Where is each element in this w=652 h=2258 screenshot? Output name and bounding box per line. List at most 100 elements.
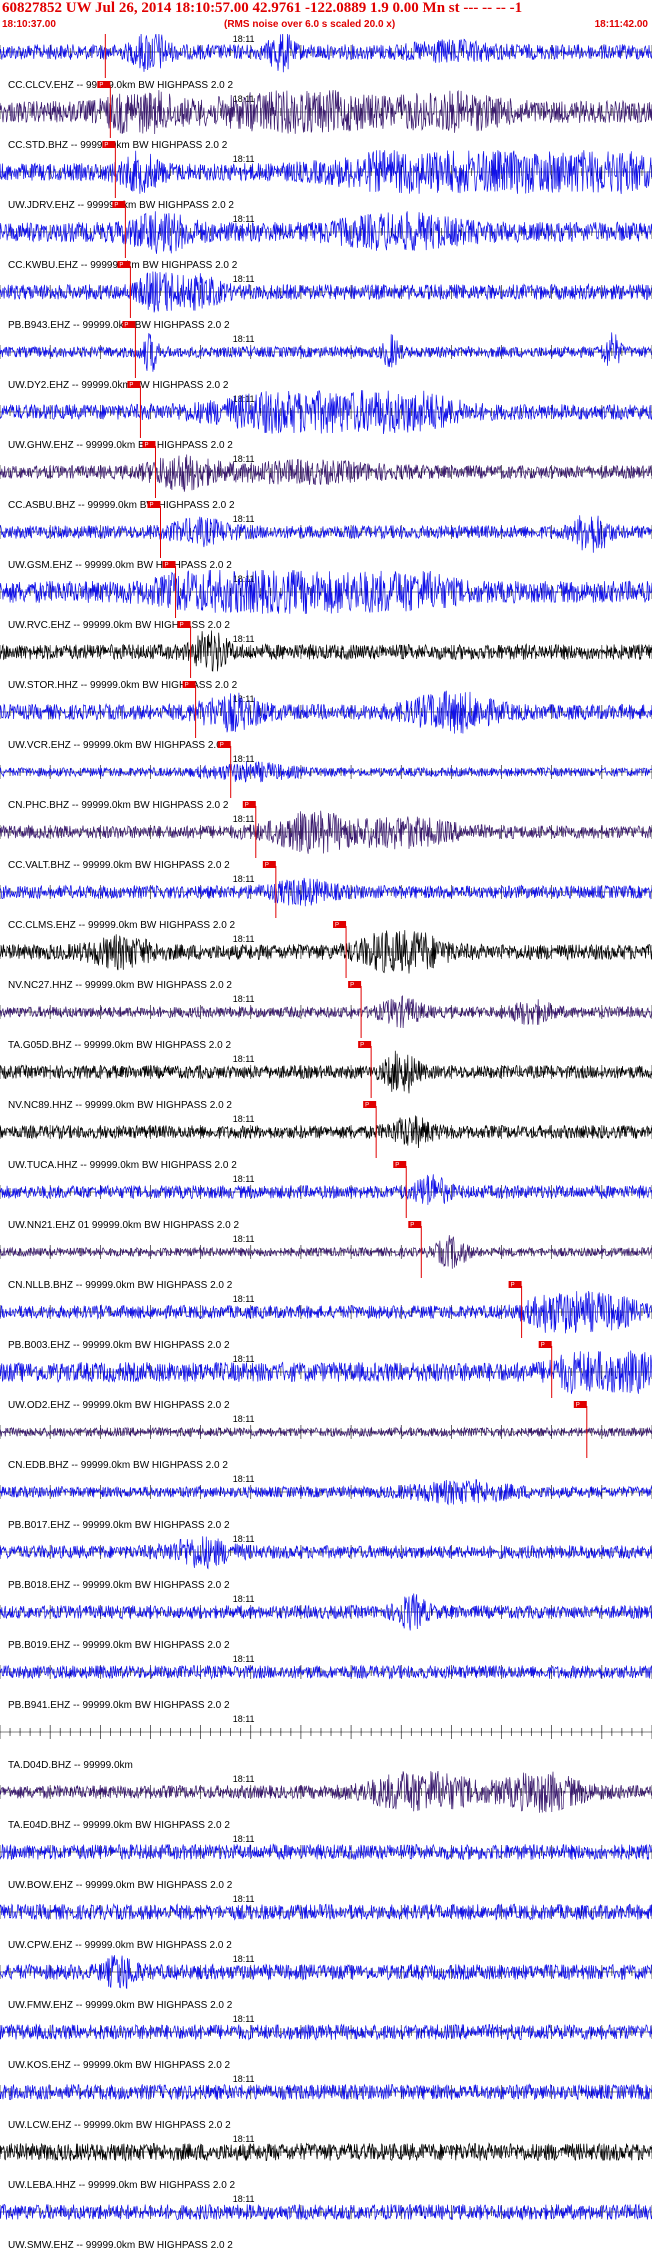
minute-tick-label: 18:11 — [233, 694, 255, 704]
waveform-trace — [0, 211, 652, 254]
station-label: UW.GSM.EHZ -- 99999.0km BW HIGHPASS 2.0 … — [8, 560, 232, 571]
pick-flag-label: P — [180, 623, 184, 629]
pick-flag-label: P — [395, 1163, 399, 1169]
station-label: CN.PHC.BHZ -- 99999.0km BW HIGHPASS 2.0 … — [8, 800, 229, 811]
station-label: UW.FMW.EHZ -- 99999.0km BW HIGHPASS 2.0 … — [8, 2000, 233, 2011]
waveform-trace — [0, 1235, 652, 1269]
waveform-trace — [0, 1174, 652, 1205]
minute-tick-label: 18:11 — [233, 1054, 255, 1064]
event-title: 60827852 UW Jul 26, 2014 18:10:57.00 42.… — [2, 0, 523, 16]
minute-tick-label: 18:11 — [233, 334, 255, 344]
minute-tick-label: 18:11 — [233, 1414, 255, 1424]
minute-tick-label: 18:11 — [233, 34, 255, 44]
pick-flag-label: P — [541, 1343, 545, 1349]
pick-flag-label: P — [99, 83, 103, 89]
station-label: UW.SMW.EHZ -- 99999.0km BW HIGHPASS 2.0 … — [8, 2240, 233, 2251]
station-label: PB.B019.EHZ -- 99999.0km BW HIGHPASS 2.0… — [8, 1640, 230, 1651]
pick-flag-label: P — [220, 743, 224, 749]
minute-tick-label: 18:11 — [233, 994, 255, 1004]
station-label: CN.NLLB.BHZ -- 99999.0km BW HIGHPASS 2.0… — [8, 1280, 233, 1291]
waveform-trace — [0, 1536, 652, 1570]
minute-tick-label: 18:11 — [233, 1534, 255, 1544]
station-label: NV.NC27.HHZ -- 99999.0km BW HIGHPASS 2.0… — [8, 980, 232, 991]
station-label: UW.BOW.EHZ -- 99999.0km BW HIGHPASS 2.0 … — [8, 1880, 233, 1891]
start-time: 18:10:37.00 — [2, 19, 56, 30]
minute-tick-label: 18:11 — [233, 1954, 255, 1964]
station-label: UW.TUCA.HHZ -- 99999.0km BW HIGHPASS 2.0… — [8, 1160, 237, 1171]
minute-tick-label: 18:11 — [233, 754, 255, 764]
minute-tick-label: 18:11 — [233, 154, 255, 164]
pick-flag-label: P — [265, 863, 269, 869]
minute-tick-label: 18:11 — [233, 1474, 255, 1484]
station-label: CC.STD.BHZ -- 99999.0km BW HIGHPASS 2.0 … — [8, 140, 228, 151]
waveform-trace — [0, 34, 652, 73]
station-label: PB.B941.EHZ -- 99999.0km BW HIGHPASS 2.0… — [8, 1700, 230, 1711]
minute-tick-label: 18:11 — [233, 2074, 255, 2084]
station-label: UW.NN21.EHZ 01 99999.0km BW HIGHPASS 2.0… — [8, 1220, 239, 1231]
station-label: UW.OD2.EHZ -- 99999.0km BW HIGHPASS 2.0 … — [8, 1400, 230, 1411]
station-label: UW.STOR.HHZ -- 99999.0km BW HIGHPASS 2.0… — [8, 680, 238, 691]
minute-tick-label: 18:11 — [233, 1834, 255, 1844]
minute-tick-label: 18:11 — [233, 1774, 255, 1784]
pick-flag-label: P — [144, 443, 148, 449]
minute-tick-label: 18:11 — [233, 1234, 255, 1244]
station-label: TA.G05D.BHZ -- 99999.0km BW HIGHPASS 2.0… — [8, 1040, 231, 1051]
end-time: 18:11:42.00 — [594, 19, 648, 30]
minute-tick-label: 18:11 — [233, 514, 255, 524]
station-label: CC.VALT.BHZ -- 99999.0km BW HIGHPASS 2.0… — [8, 860, 230, 871]
minute-tick-label: 18:11 — [233, 274, 255, 284]
minute-tick-label: 18:11 — [233, 2014, 255, 2024]
minute-tick-label: 18:11 — [233, 2134, 255, 2144]
rms-note: (RMS noise over 6.0 s scaled 20.0 x) — [224, 19, 396, 30]
station-label: NV.NC89.HHZ -- 99999.0km BW HIGHPASS 2.0… — [8, 1100, 232, 1111]
minute-tick-label: 18:11 — [233, 214, 255, 224]
waveform-trace — [0, 1115, 652, 1149]
pick-flag-label: P — [360, 1043, 364, 1049]
station-label: TA.E04D.BHZ -- 99999.0km BW HIGHPASS 2.0… — [8, 1820, 230, 1831]
plot-header: 60827852 UW Jul 26, 2014 18:10:57.00 42.… — [0, 0, 652, 34]
station-label: PB.B943.EHZ -- 99999.0km BW HIGHPASS 2.0… — [8, 320, 230, 331]
station-label: UW.CPW.EHZ -- 99999.0km BW HIGHPASS 2.0 … — [8, 1940, 232, 1951]
minute-tick-label: 18:11 — [233, 1174, 255, 1184]
pick-flag-label: P — [124, 323, 128, 329]
minute-tick-label: 18:11 — [233, 634, 255, 644]
minute-tick-label: 18:11 — [233, 454, 255, 464]
station-label: UW.GHW.EHZ -- 99999.0km BW HIGHPASS 2.0 … — [8, 440, 233, 451]
pick-flag-label: P — [104, 143, 108, 149]
pick-flag-label: P — [511, 1283, 515, 1289]
station-label: UW.LCW.EHZ -- 99999.0km BW HIGHPASS 2.0 … — [8, 2120, 231, 2131]
minute-tick-label: 18:11 — [233, 814, 255, 824]
minute-tick-label: 18:11 — [233, 1714, 255, 1724]
station-label: CN.EDB.BHZ -- 99999.0km BW HIGHPASS 2.0 … — [8, 1460, 228, 1471]
station-label: PB.B018.EHZ -- 99999.0km BW HIGHPASS 2.0… — [8, 1580, 230, 1591]
minute-tick-label: 18:11 — [233, 1114, 255, 1124]
pick-flag-label: P — [365, 1103, 369, 1109]
station-label: UW.RVC.EHZ -- 99999.0km BW HIGHPASS 2.0 … — [8, 620, 230, 631]
station-label: PB.B017.EHZ -- 99999.0km BW HIGHPASS 2.0… — [8, 1520, 230, 1531]
station-label: UW.DY2.EHZ -- 99999.0km BW HIGHPASS 2.0 … — [8, 380, 229, 391]
pick-flag-label: P — [350, 983, 354, 989]
station-label: TA.D04D.BHZ -- 99999.0km — [8, 1760, 133, 1771]
station-label: PB.B003.EHZ -- 99999.0km BW HIGHPASS 2.0… — [8, 1340, 230, 1351]
waveform-trace — [0, 630, 652, 672]
minute-tick-label: 18:11 — [233, 1654, 255, 1664]
pick-flag-label: P — [410, 1223, 414, 1229]
pick-flag-label: P — [576, 1403, 580, 1409]
waveform-trace — [0, 761, 652, 783]
minute-tick-label: 18:11 — [233, 934, 255, 944]
station-label: CC.CLCV.EHZ -- 99999.0km BW HIGHPASS 2.0… — [8, 80, 234, 91]
station-label: CC.ASBU.BHZ -- 99999.0km BW HIGHPASS 2.0… — [8, 500, 235, 511]
minute-tick-label: 18:11 — [233, 1354, 255, 1364]
minute-tick-label: 18:11 — [233, 1894, 255, 1904]
minute-tick-label: 18:11 — [233, 1594, 255, 1604]
pick-flag-label: P — [129, 383, 133, 389]
minute-tick-label: 18:11 — [233, 1294, 255, 1304]
pick-flag-label: P — [149, 503, 153, 509]
station-label: UW.LEBA.HHZ -- 99999.0km BW HIGHPASS 2.0… — [8, 2180, 236, 2191]
station-label: CC.CLMS.EHZ -- 99999.0km BW HIGHPASS 2.0… — [8, 920, 236, 931]
pick-flag-label: P — [119, 263, 123, 269]
pick-flag-label: P — [245, 803, 249, 809]
minute-tick-label: 18:11 — [233, 2194, 255, 2204]
waveform-trace — [0, 454, 652, 492]
minute-tick-label: 18:11 — [233, 394, 255, 404]
